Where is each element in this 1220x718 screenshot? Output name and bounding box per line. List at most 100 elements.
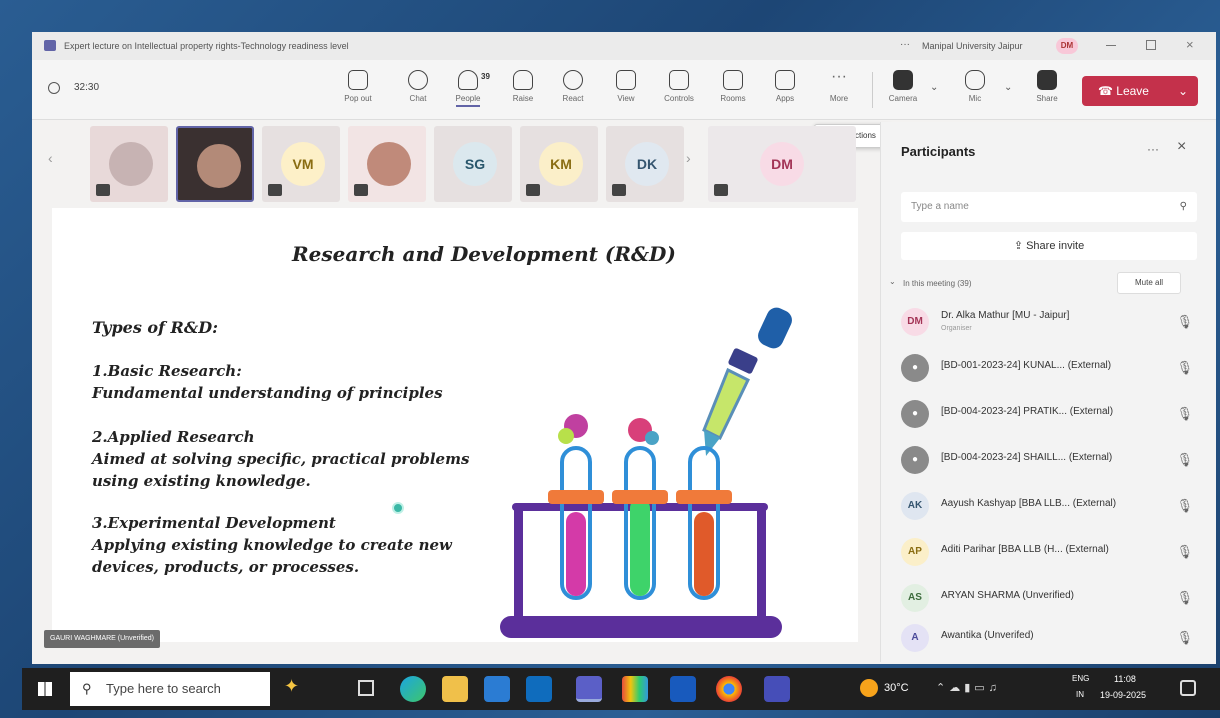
video-tile[interactable]: SG: [434, 126, 512, 202]
temperature: 30°C: [884, 682, 909, 694]
video-tile[interactable]: DK: [606, 126, 684, 202]
mini-icon: [268, 184, 282, 196]
participant-row[interactable]: ● [BD-001-2023-24] KUNAL... (External) 🎙…: [901, 352, 1201, 388]
tile-avatar: SG: [453, 142, 497, 186]
pop-out-button[interactable]: Pop out: [337, 66, 379, 114]
search-icon: ⚲: [1179, 201, 1187, 212]
video-tile-active[interactable]: [176, 126, 254, 202]
participant-name: ARYAN SHARMA (Unverified): [941, 590, 1074, 601]
phone-icon: ☎: [1098, 84, 1117, 98]
edge-icon[interactable]: [400, 676, 426, 702]
clock-time[interactable]: 11:08: [1114, 674, 1136, 684]
share-invite-button[interactable]: ⇪ Share invite: [901, 232, 1197, 260]
title-bar: Expert lecture on Intellectual property …: [32, 32, 1216, 60]
maximize-icon[interactable]: [1146, 40, 1156, 50]
strip-next-icon[interactable]: ›: [686, 150, 691, 166]
participant-row[interactable]: AS ARYAN SHARMA (Unverified) 🎙︎: [901, 582, 1201, 618]
more-button[interactable]: ··· More: [818, 66, 860, 114]
strip-prev-icon[interactable]: ‹: [48, 150, 53, 166]
meeting-timer: 32:30: [74, 82, 100, 93]
mic-off-icon: 🎙︎: [1176, 406, 1193, 421]
language-bottom[interactable]: IN: [1076, 690, 1084, 699]
item3-desc-line2: devices, products, or processes.: [92, 558, 360, 576]
video-tile[interactable]: VM: [262, 126, 340, 202]
panel-close-icon[interactable]: ×: [1177, 138, 1186, 156]
mute-all-button[interactable]: Mute all: [1117, 272, 1181, 294]
tile-avatar: VM: [281, 142, 325, 186]
camera-chevron-icon[interactable]: ⌄: [930, 82, 938, 93]
apps-button[interactable]: Apps: [764, 66, 806, 114]
controls-button[interactable]: Controls: [658, 66, 700, 114]
participant-avatar: DM: [901, 308, 929, 336]
raise-hand-button[interactable]: Raise: [502, 66, 544, 114]
participant-row[interactable]: AP Aditi Parihar [BBA LLB (H... (Externa…: [901, 536, 1201, 572]
participant-avatar: AS: [901, 584, 929, 612]
people-count: 39: [481, 72, 490, 81]
participant-row[interactable]: AK Aayush Kashyap [BBA LLB... (External)…: [901, 490, 1201, 526]
people-button[interactable]: 39 People: [447, 66, 490, 114]
participant-photo: [109, 142, 153, 186]
participant-avatar: AP: [901, 538, 929, 566]
system-tray-icons[interactable]: ⌃☁▮▭♫: [936, 681, 1001, 694]
window-title: Expert lecture on Intellectual property …: [64, 41, 349, 51]
close-icon[interactable]: ×: [1186, 37, 1194, 52]
controls-icon: [669, 70, 689, 90]
word-icon[interactable]: [670, 676, 696, 702]
participant-row[interactable]: A Awantika (Unverifed) 🎙︎: [901, 622, 1201, 658]
more-options-icon[interactable]: ···: [900, 39, 910, 50]
task-view-icon[interactable]: [358, 680, 374, 696]
camera-button[interactable]: Camera: [882, 66, 924, 114]
participant-photo: [197, 144, 241, 188]
participant-row[interactable]: ● [BD-004-2023-24] SHAILL... (External) …: [901, 444, 1201, 480]
mic-off-icon: [965, 70, 985, 90]
share-invite-icon: ⇪: [1013, 240, 1027, 252]
participants-panel: Participants ··· × Type a name ⚲ ⇪ Share…: [880, 122, 1216, 662]
hand-icon: [513, 70, 533, 90]
item2-desc-line1: Aimed at solving specific, practical pro…: [92, 450, 470, 468]
mic-off-icon: 🎙︎: [1176, 452, 1193, 467]
teams-active-icon[interactable]: [764, 676, 790, 702]
participant-row[interactable]: ● [BD-004-2023-24] PRATIK... (External) …: [901, 398, 1201, 434]
copilot-sparkle-icon[interactable]: ✦: [284, 676, 299, 697]
default-avatar-icon: ●: [901, 400, 929, 428]
chrome-icon[interactable]: [716, 676, 742, 702]
notification-icon[interactable]: [1180, 680, 1196, 696]
item2-desc-line2: using existing knowledge.: [92, 472, 311, 490]
video-tile[interactable]: DM: [708, 126, 856, 202]
rooms-button[interactable]: Rooms: [712, 66, 754, 114]
participant-name: Dr. Alka Mathur [MU - Jaipur]: [941, 310, 1070, 321]
participant-name: [BD-004-2023-24] PRATIK... (External): [941, 406, 1114, 417]
item2-title: 2.Applied Research: [92, 428, 255, 446]
taskbar-search-input[interactable]: ⚲ Type here to search: [70, 672, 270, 706]
participant-row[interactable]: DM Dr. Alka Mathur [MU - Jaipur] Organis…: [901, 306, 1201, 342]
item3-title: 3.Experimental Development: [92, 514, 336, 532]
mic-button[interactable]: Mic: [954, 66, 996, 114]
participant-avatar: A: [901, 624, 929, 652]
video-tile[interactable]: [90, 126, 168, 202]
colorful-app-icon[interactable]: [622, 676, 648, 702]
view-button[interactable]: View: [605, 66, 647, 114]
outlook-icon[interactable]: [526, 676, 552, 702]
mic-off-icon: 🎙︎: [1176, 544, 1193, 559]
chat-button[interactable]: Chat: [397, 66, 439, 114]
windows-start-icon[interactable]: [38, 682, 52, 696]
video-tile[interactable]: [348, 126, 426, 202]
teams-app-icon[interactable]: [576, 676, 602, 702]
share-button[interactable]: Share: [1026, 66, 1068, 114]
minimize-icon[interactable]: [1106, 45, 1116, 46]
leave-button[interactable]: ☎ Leave ⌄: [1082, 76, 1198, 106]
mic-chevron-icon[interactable]: ⌄: [1004, 82, 1012, 93]
participant-name: [BD-001-2023-24] KUNAL... (External): [941, 360, 1112, 371]
mini-icon: [354, 184, 368, 196]
video-tile[interactable]: KM: [520, 126, 598, 202]
participant-search-input[interactable]: Type a name ⚲: [901, 192, 1197, 222]
section-chevron-icon[interactable]: ⌄: [889, 277, 896, 286]
panel-more-icon[interactable]: ···: [1147, 142, 1159, 156]
store-icon[interactable]: [484, 676, 510, 702]
react-button[interactable]: React: [552, 66, 594, 114]
item3-desc-line1: Applying existing knowledge to create ne…: [92, 536, 452, 554]
clock-date[interactable]: 19-09-2025: [1100, 690, 1146, 700]
language-top[interactable]: ENG: [1072, 674, 1089, 683]
file-explorer-icon[interactable]: [442, 676, 468, 702]
user-avatar[interactable]: DM: [1056, 38, 1078, 54]
